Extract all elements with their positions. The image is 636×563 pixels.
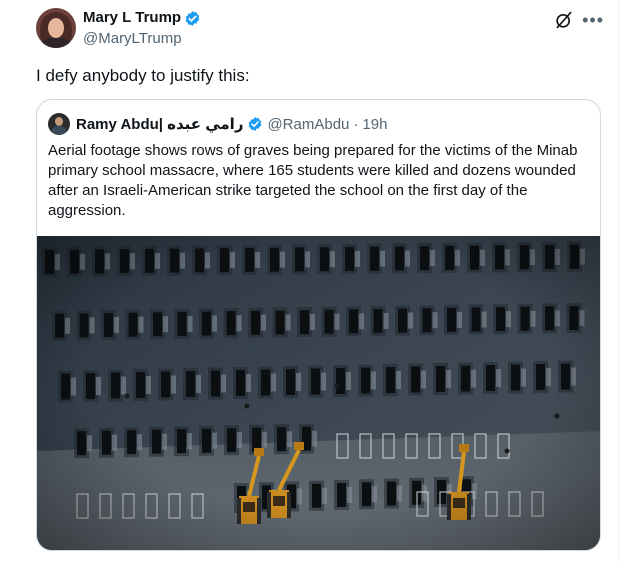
quoted-avatar[interactable] <box>48 113 70 135</box>
quoted-tweet[interactable]: Ramy Abdu| رامي عبده @RamAbdu · 19h Aeri… <box>36 99 601 551</box>
aerial-photo[interactable] <box>37 236 600 550</box>
header-actions: ••• <box>554 10 604 30</box>
aerial-photo-image <box>37 236 600 550</box>
tweet-text: I defy anybody to justify this: <box>36 66 250 85</box>
timeline-divider <box>618 0 619 563</box>
quoted-text: Aerial footage shows rows of graves bein… <box>48 142 578 219</box>
author-avatar[interactable] <box>36 8 76 48</box>
verified-badge-icon[interactable] <box>184 10 201 27</box>
separator-dot: · <box>353 115 359 133</box>
quoted-handle[interactable]: @RamAbdu <box>267 116 349 133</box>
author-handle[interactable]: @MaryLTrump <box>83 30 182 48</box>
verified-badge-icon[interactable] <box>247 116 263 132</box>
grok-icon[interactable] <box>554 10 574 30</box>
quoted-header: Ramy Abdu| رامي عبده @RamAbdu · 19h <box>48 113 387 135</box>
quoted-timestamp[interactable]: 19h <box>362 116 387 133</box>
tweet-header: Mary L Trump @MaryLTrump ••• <box>36 8 606 52</box>
more-icon[interactable]: ••• <box>582 10 604 30</box>
author-name-row: Mary L Trump <box>83 9 201 27</box>
quoted-display-name[interactable]: Ramy Abdu| رامي عبده <box>76 115 243 133</box>
author-display-name[interactable]: Mary L Trump <box>83 9 181 27</box>
